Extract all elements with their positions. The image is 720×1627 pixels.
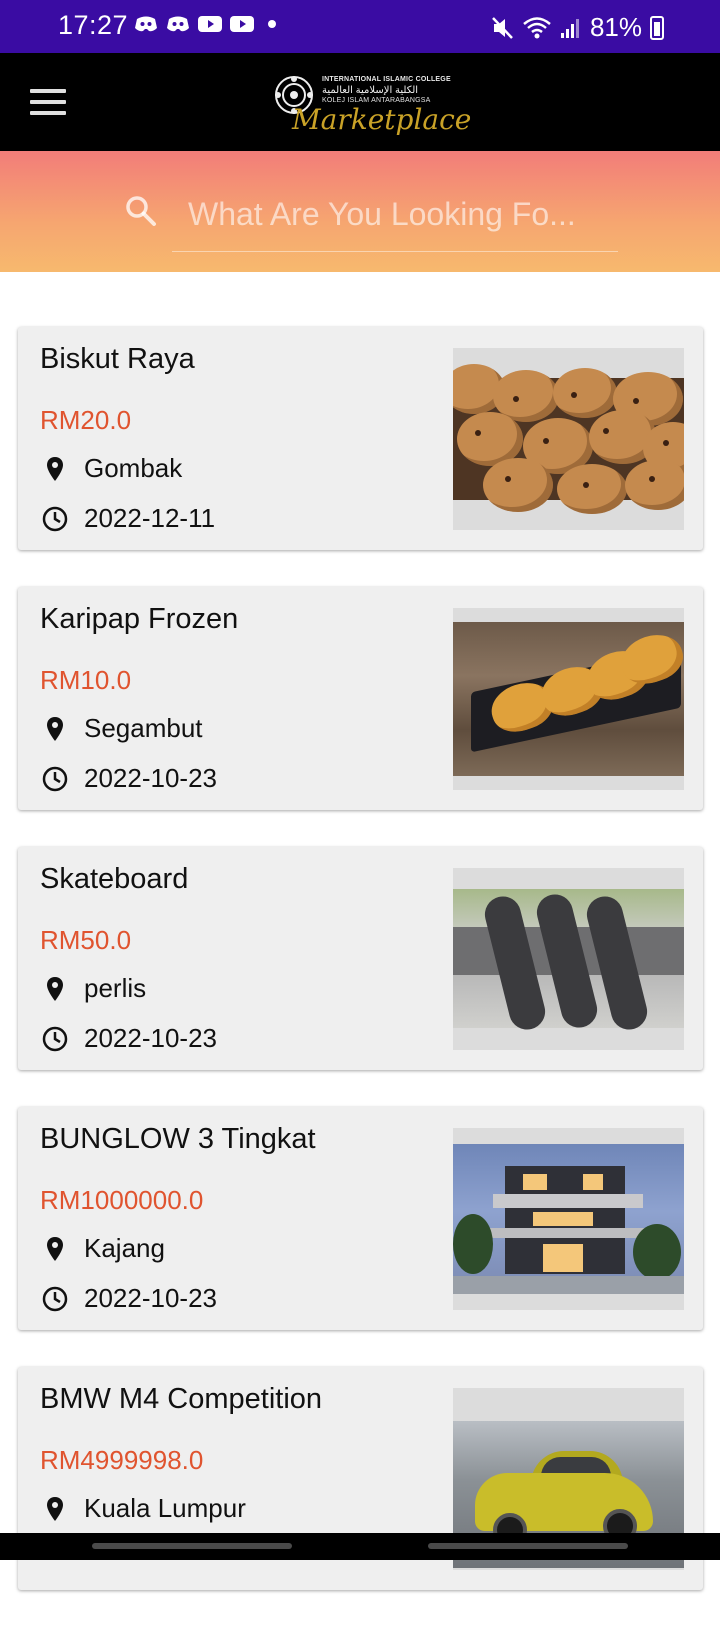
location-pin-icon: [47, 456, 63, 481]
product-price: RM20.0: [40, 405, 132, 435]
date-text: 2022-10-23: [84, 763, 217, 793]
system-status: 81%: [492, 12, 664, 43]
discord-icon: [135, 16, 157, 32]
location-text: Kuala Lumpur: [84, 1493, 246, 1523]
logo-text-arabic: الكلية الإسلامية العالمية: [322, 85, 419, 96]
clock-icon: [42, 506, 68, 531]
date-text: 2022-10-23: [84, 1023, 217, 1053]
product-title: Biskut Raya: [40, 343, 195, 375]
location-pin-icon: [47, 976, 63, 1001]
karipap-photo: [453, 622, 684, 776]
bungalow-photo: [453, 1144, 684, 1294]
product-location: Segambut: [40, 713, 203, 744]
product-title: BMW M4 Competition: [40, 1383, 323, 1415]
date-text: 2022-10-23: [84, 1283, 217, 1313]
location-pin-icon: [47, 1496, 63, 1521]
location-text: perlis: [84, 973, 147, 1003]
clock-icon: [42, 1286, 68, 1311]
location-text: Gombak: [84, 453, 183, 483]
hamburger-line: [30, 111, 66, 115]
product-location: Gombak: [40, 453, 182, 484]
system-navigation-bar: [0, 1533, 720, 1560]
mute-icon: [492, 16, 513, 39]
product-price: RM1000000.0: [40, 1185, 204, 1215]
product-card[interactable]: Biskut Raya RM20.0 Gombak 2022-12-11: [18, 327, 703, 550]
notification-icons: [134, 15, 276, 33]
product-location: perlis: [40, 973, 146, 1004]
product-image: [453, 608, 684, 790]
product-date: 2022-12-11: [40, 503, 215, 534]
product-image: [453, 348, 684, 530]
product-title: Karipap Frozen: [40, 603, 239, 635]
product-image: [453, 1128, 684, 1310]
clock-icon: [42, 1026, 68, 1051]
clock-icon: [42, 766, 68, 791]
app-bar: INTERNATIONAL ISLAMIC COLLEGE الكلية الإ…: [0, 53, 720, 151]
search-banner: [0, 151, 720, 272]
location-text: Kajang: [84, 1233, 165, 1263]
location-text: Segambut: [84, 713, 203, 743]
marketplace-logo: INTERNATIONAL ISLAMIC COLLEGE الكلية الإ…: [270, 71, 471, 137]
youtube-icon: [198, 16, 222, 32]
search-icon[interactable]: [124, 194, 158, 228]
menu-button[interactable]: [30, 89, 66, 117]
cookies-photo: [453, 364, 684, 514]
product-date: 2022-10-23: [40, 1283, 217, 1314]
product-location: Kuala Lumpur: [40, 1493, 246, 1524]
signal-icon: [560, 18, 579, 38]
product-location: Kajang: [40, 1233, 165, 1264]
product-price: RM4999998.0: [40, 1445, 204, 1475]
date-text: 2022-12-11: [84, 503, 216, 533]
discord-icon: [167, 16, 189, 32]
product-card[interactable]: Karipap Frozen RM10.0 Segambut 2022-10-2…: [18, 587, 703, 810]
product-card[interactable]: BUNGLOW 3 Tingkat RM1000000.0 Kajang 202…: [18, 1107, 703, 1330]
product-price: RM10.0: [40, 665, 132, 695]
hamburger-line: [30, 100, 66, 104]
more-notifications-dot-icon: [268, 20, 276, 28]
status-bar: 17:27 81%: [0, 0, 720, 53]
product-list: Biskut Raya RM20.0 Gombak 2022-12-11 Kar…: [18, 327, 703, 1627]
wifi-icon: [523, 16, 551, 38]
battery-percentage: 81%: [589, 12, 642, 42]
logo-text-english: INTERNATIONAL ISLAMIC COLLEGE: [322, 76, 451, 83]
hamburger-icon: [30, 89, 66, 93]
product-title: Skateboard: [40, 863, 189, 895]
product-date: 2022-10-23: [40, 1023, 217, 1054]
location-pin-icon: [47, 716, 63, 741]
youtube-icon: [230, 16, 254, 32]
nav-gesture-bar[interactable]: [428, 1543, 628, 1549]
nav-gesture-bar[interactable]: [92, 1543, 292, 1549]
product-price: RM50.0: [40, 925, 132, 955]
product-image: [453, 868, 684, 1050]
battery-icon: [650, 15, 664, 40]
search-input[interactable]: [186, 193, 620, 235]
location-pin-icon: [47, 1236, 63, 1261]
search-box[interactable]: [126, 179, 620, 252]
product-card[interactable]: Skateboard RM50.0 perlis 2022-10-23: [18, 847, 703, 1070]
product-date: 2022-10-23: [40, 763, 217, 794]
status-time: 17:27: [58, 10, 129, 40]
skateboards-photo: [453, 889, 684, 1034]
logo-marketplace-script: Marketplace: [292, 103, 472, 136]
product-title: BUNGLOW 3 Tingkat: [40, 1123, 316, 1155]
